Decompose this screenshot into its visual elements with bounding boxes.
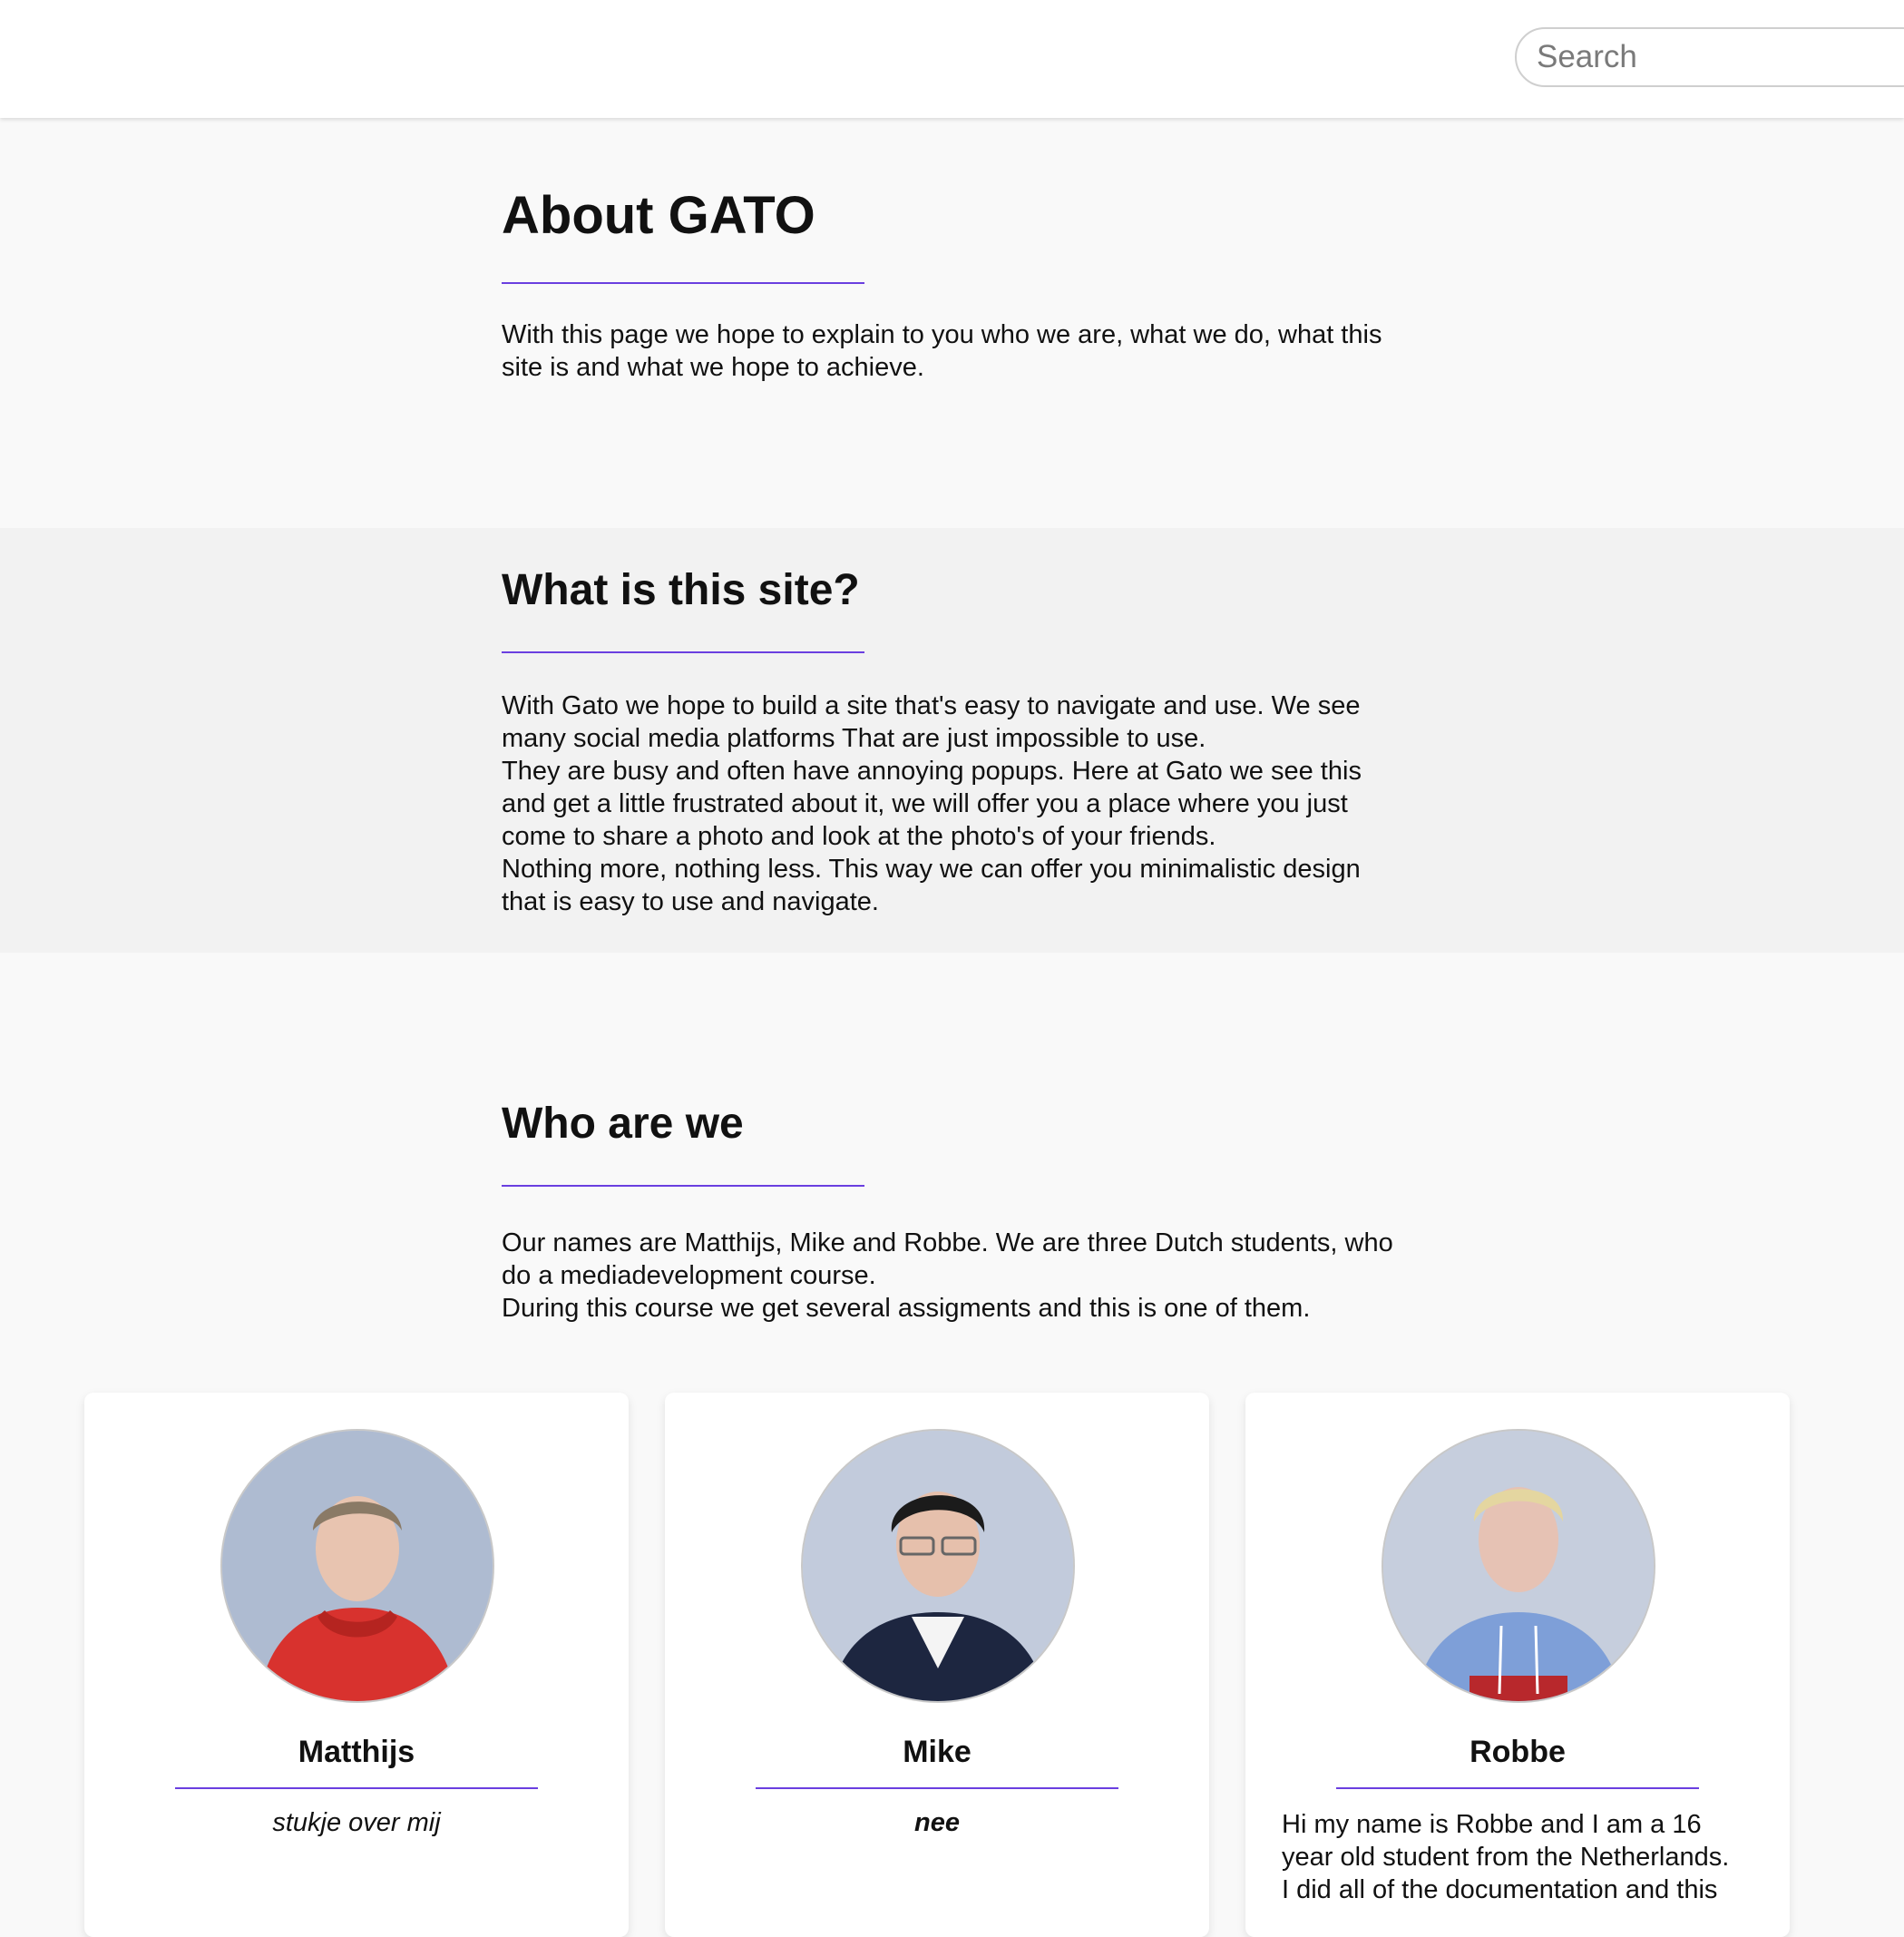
avatar-photo [801, 1429, 1075, 1703]
team-name-underline [175, 1787, 538, 1789]
what-section: What is this site? With Gato we hope to … [0, 528, 1904, 953]
what-text: With Gato we hope to build a site that's… [502, 691, 1362, 916]
avatar-photo [1382, 1429, 1655, 1703]
team-name: Mike [903, 1735, 972, 1769]
team-name: Matthijs [298, 1735, 415, 1769]
team-name-underline [756, 1787, 1118, 1789]
person-portrait-icon [1383, 1431, 1654, 1701]
search-input[interactable] [1515, 27, 1904, 87]
team-name-underline [1336, 1787, 1699, 1789]
team-card-matthijs: Matthijs stukje over mij [84, 1393, 629, 1937]
team-name: Robbe [1469, 1735, 1566, 1769]
what-title-underline [502, 651, 864, 653]
team-card-mike: Mike nee [665, 1393, 1209, 1937]
who-title: Who are we [502, 1100, 744, 1148]
about-text: With this page we hope to explain to you… [502, 320, 1382, 382]
about-title: About GATO [502, 186, 815, 245]
about-title-underline [502, 282, 864, 284]
what-title: What is this site? [502, 566, 860, 614]
who-text: Our names are Matthijs, Mike and Robbe. … [502, 1228, 1393, 1323]
top-navbar [0, 0, 1904, 118]
avatar-photo [220, 1429, 494, 1703]
team-bio: Hi my name is Robbe and I am a 16 year o… [1282, 1810, 1730, 1904]
team-bio: nee [914, 1808, 960, 1837]
person-portrait-icon [803, 1431, 1073, 1701]
who-title-underline [502, 1185, 864, 1187]
person-portrait-icon [222, 1431, 493, 1701]
team-bio: stukje over mij [272, 1808, 441, 1837]
team-card-robbe: Robbe Hi my name is Robbe and I am a 16 … [1245, 1393, 1790, 1937]
about-section: About GATO With this page we hope to exp… [0, 118, 1904, 528]
